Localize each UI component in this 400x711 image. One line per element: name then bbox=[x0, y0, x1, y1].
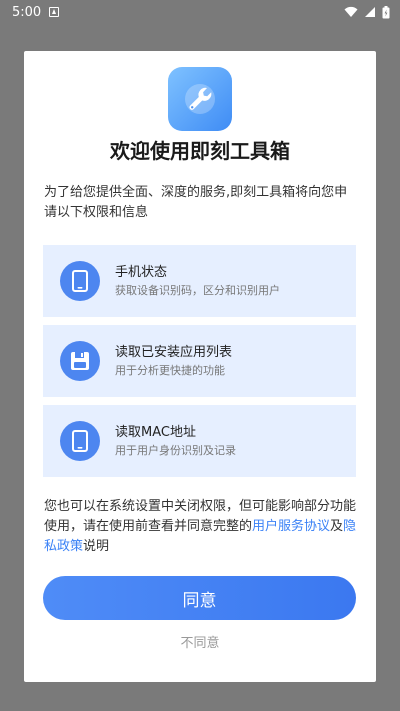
status-bar-right bbox=[344, 5, 390, 19]
app-logo bbox=[168, 67, 232, 131]
permission-title: 读取已安装应用列表 bbox=[115, 345, 233, 360]
permission-desc: 用于用户身份识别及记录 bbox=[115, 444, 236, 457]
status-time: 5:00 bbox=[12, 4, 42, 20]
permission-desc: 获取设备识别码，区分和识别用户 bbox=[115, 284, 280, 297]
permission-icon-circle bbox=[60, 341, 100, 381]
floppy-icon bbox=[71, 352, 89, 370]
signal-icon bbox=[365, 7, 375, 17]
agree-button[interactable]: 同意 bbox=[43, 576, 356, 620]
permission-desc: 用于分析更快捷的功能 bbox=[115, 364, 225, 377]
phone-icon bbox=[72, 270, 88, 292]
dialog-title: 欢迎使用即刻工具箱 bbox=[110, 139, 290, 163]
wifi-icon bbox=[344, 6, 358, 17]
battery-icon bbox=[382, 5, 390, 18]
permission-item-installed-apps: 读取已安装应用列表 用于分析更快捷的功能 bbox=[43, 325, 356, 397]
permission-text: 读取已安装应用列表 用于分析更快捷的功能 bbox=[115, 344, 232, 378]
notice-and: 及 bbox=[330, 519, 344, 534]
permission-icon-circle bbox=[60, 261, 100, 301]
wrench-icon bbox=[185, 84, 215, 114]
permission-item-mac-address: 读取MAC地址 用于用户身份识别及记录 bbox=[43, 405, 356, 477]
permission-text: 读取MAC地址 用于用户身份识别及记录 bbox=[115, 424, 236, 458]
phone-icon bbox=[72, 430, 88, 452]
status-bar: 5:00 bbox=[0, 0, 400, 24]
permission-text: 手机状态 获取设备识别码，区分和识别用户 bbox=[115, 264, 280, 298]
status-bar-left: 5:00 bbox=[12, 4, 60, 20]
permission-item-phone-state: 手机状态 获取设备识别码，区分和识别用户 bbox=[43, 245, 356, 317]
disagree-button[interactable]: 不同意 bbox=[24, 632, 376, 651]
permission-icon-circle bbox=[60, 421, 100, 461]
permission-notice: 您也可以在系统设置中关闭权限，但可能影响部分功能使用，请在使用前查看并同意完整的… bbox=[44, 497, 360, 557]
intro-text: 为了给您提供全面、深度的服务,即刻工具箱将向您申请以下权限和信息 bbox=[44, 185, 348, 220]
permission-dialog: 欢迎使用即刻工具箱 为了给您提供全面、深度的服务,即刻工具箱将向您申请以下权限和… bbox=[24, 51, 376, 682]
permission-title: 读取MAC地址 bbox=[115, 425, 196, 440]
notification-icon bbox=[49, 7, 60, 17]
notice-suffix: 说明 bbox=[83, 539, 110, 554]
user-agreement-link[interactable]: 用户服务协议 bbox=[252, 519, 330, 534]
permission-title: 手机状态 bbox=[115, 265, 168, 280]
